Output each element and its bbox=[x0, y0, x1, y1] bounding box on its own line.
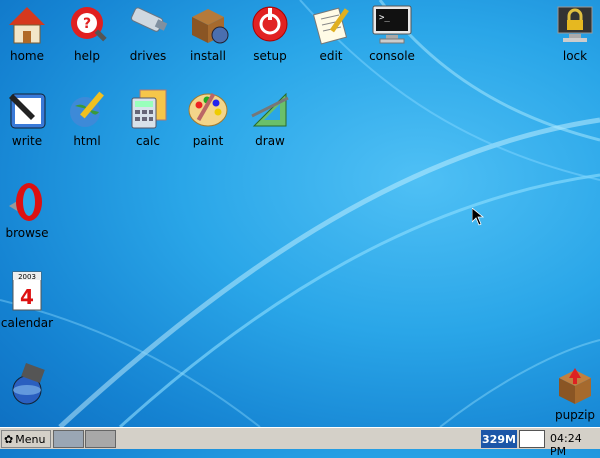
desktop-icon-help[interactable]: ? help bbox=[57, 3, 117, 63]
desktop-icon-paint[interactable]: paint bbox=[178, 88, 238, 148]
globe-pencil-icon bbox=[70, 91, 104, 127]
desktop-icon-calendar[interactable]: 2003 4 calendar bbox=[0, 270, 57, 330]
archive-icon bbox=[559, 368, 591, 404]
desktop-icon-home[interactable]: home bbox=[0, 3, 57, 63]
mouse-cursor-icon bbox=[472, 208, 484, 226]
multimedia-icon bbox=[12, 363, 45, 405]
drive-icon bbox=[131, 7, 168, 32]
desktop-icon-calc[interactable]: calc bbox=[118, 88, 178, 148]
memory-indicator: 329M bbox=[481, 430, 517, 448]
menu-icon: ✿ bbox=[4, 432, 14, 446]
notepad-icon bbox=[312, 7, 349, 45]
taskbar: ✿ Menu 329M 04:24 PM bbox=[0, 427, 600, 458]
terminal-icon: >_ bbox=[372, 5, 412, 44]
calendar-icon: 2003 4 bbox=[12, 271, 42, 311]
tray-applet[interactable] bbox=[519, 430, 545, 448]
svg-text:2003: 2003 bbox=[18, 273, 36, 281]
desktop-icon-multimedia[interactable] bbox=[0, 362, 57, 408]
desktop-icon-draw[interactable]: draw bbox=[240, 88, 300, 148]
svg-text:?: ? bbox=[83, 16, 91, 32]
workspace-1[interactable] bbox=[53, 430, 84, 448]
opera-icon bbox=[9, 183, 42, 221]
lock-icon bbox=[557, 6, 593, 42]
desktop-icon-drives[interactable]: drives bbox=[118, 3, 178, 63]
desktop-icon-lock[interactable]: lock bbox=[545, 3, 600, 63]
setup-icon bbox=[252, 6, 288, 42]
pen-icon bbox=[9, 93, 46, 129]
desktop-icon-write[interactable]: write bbox=[0, 88, 57, 148]
desktop-icon-pupzip[interactable]: pupzip bbox=[545, 362, 600, 422]
home-icon bbox=[9, 7, 45, 44]
wallpaper bbox=[0, 0, 600, 427]
drafting-icon bbox=[251, 92, 289, 127]
menu-button[interactable]: ✿ Menu bbox=[1, 430, 51, 448]
package-icon bbox=[192, 9, 229, 44]
help-icon: ? bbox=[71, 7, 107, 42]
workspace-2[interactable] bbox=[85, 430, 116, 448]
desktop-icon-setup[interactable]: setup bbox=[240, 3, 300, 63]
svg-text:>_: >_ bbox=[379, 13, 390, 23]
desktop-icon-console[interactable]: >_ console bbox=[362, 3, 422, 63]
desktop-icon-browse[interactable]: browse bbox=[0, 180, 57, 240]
clock[interactable]: 04:24 PM bbox=[550, 432, 600, 458]
palette-icon bbox=[188, 93, 228, 127]
desktop-icon-edit[interactable]: edit bbox=[301, 3, 361, 63]
svg-text:4: 4 bbox=[20, 285, 34, 309]
calculator-icon bbox=[131, 89, 167, 129]
desktop-icon-html[interactable]: html bbox=[57, 88, 117, 148]
desktop-icon-install[interactable]: install bbox=[178, 3, 238, 63]
